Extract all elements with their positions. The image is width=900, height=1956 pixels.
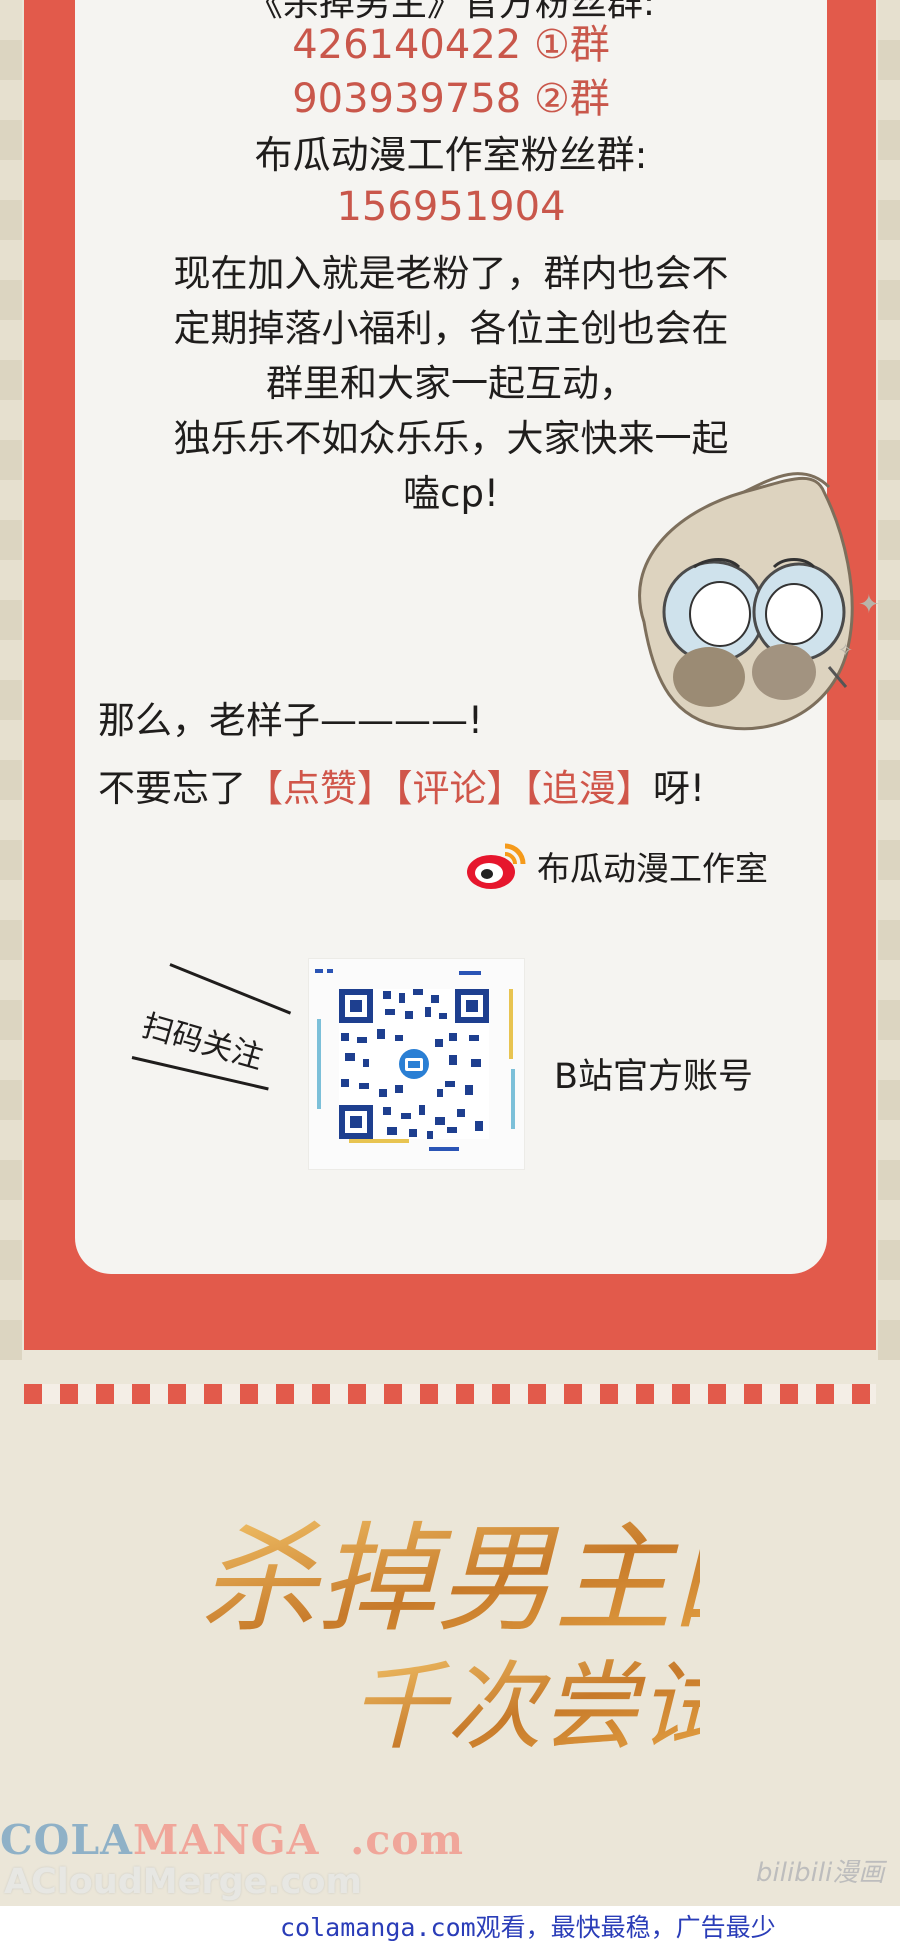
comment-label: 【评论】 xyxy=(394,767,524,810)
weibo-account[interactable]: 布瓜动漫工作室 xyxy=(465,836,768,896)
cta-prefix: 不要忘了 xyxy=(98,767,246,810)
checker-pattern xyxy=(24,1384,876,1404)
group-number-2[interactable]: 903939758 ②群 xyxy=(75,72,827,126)
qr-code-image xyxy=(315,969,515,1151)
follow-label: 【追漫】 xyxy=(523,767,654,810)
colamanga-watermark: COLAMANGA .com xyxy=(0,1816,464,1864)
cta-line-1: 那么，老样子————! xyxy=(98,699,483,742)
studio-group-label-block: 布瓜动漫工作室粉丝群: xyxy=(75,128,827,182)
watermark-cola: COLA xyxy=(0,1816,133,1864)
weibo-icon xyxy=(467,843,526,889)
paragraph-line: 群里和大家一起互动， xyxy=(266,362,636,405)
cta-line-2: 不要忘了【点赞】【评论】【追漫】呀! xyxy=(98,758,705,812)
footer-link[interactable]: colamanga.com观看，最快最稳，广告最少 xyxy=(280,1908,776,1944)
right-border-decoration xyxy=(878,0,900,1360)
watermark-manga: MANGA xyxy=(133,1816,320,1864)
title-logo-artwork: 杀掉男主的 千次尝试 xyxy=(200,1510,700,1763)
watermark-dotcom: .com xyxy=(350,1816,465,1864)
mascot-illustration xyxy=(638,472,854,731)
acloudmerge-watermark: ACloudMerge.com xyxy=(4,1862,362,1902)
paragraph-line: 独乐乐不如众乐乐，大家快来一起 xyxy=(173,417,729,460)
left-border-decoration xyxy=(0,0,22,1360)
sparkle-icon: ✦ xyxy=(858,590,880,620)
bilibili-qr-code[interactable] xyxy=(308,958,525,1170)
cta-suffix: 呀! xyxy=(653,767,705,810)
sparkle-icon: ✧ xyxy=(838,640,854,661)
studio-group-number-block: 156951904 xyxy=(75,180,827,234)
paragraph-line: 现在加入就是老粉了，群内也会不 xyxy=(173,252,729,295)
group-number-1-block: 426140422 ①群 xyxy=(75,18,827,72)
group-number-2-block: 903939758 ②群 xyxy=(75,72,827,126)
studio-group-number[interactable]: 156951904 xyxy=(75,180,827,234)
paragraph-line: 定期掉落小福利，各位主创也会在 xyxy=(173,307,729,350)
title-logo-line2: 千次尝试 xyxy=(350,1651,700,1763)
weibo-account-name: 布瓜动漫工作室 xyxy=(537,849,768,888)
title-logo-line1: 杀掉男主的 xyxy=(200,1510,700,1648)
bilibili-watermark: bilibili漫画 xyxy=(756,1858,885,1888)
bilibili-account-label: B站官方账号 xyxy=(554,1057,754,1097)
group-number-1[interactable]: 426140422 ①群 xyxy=(75,18,827,72)
like-label: 【点赞】 xyxy=(246,767,394,810)
studio-group-label: 布瓜动漫工作室粉丝群: xyxy=(254,133,648,177)
